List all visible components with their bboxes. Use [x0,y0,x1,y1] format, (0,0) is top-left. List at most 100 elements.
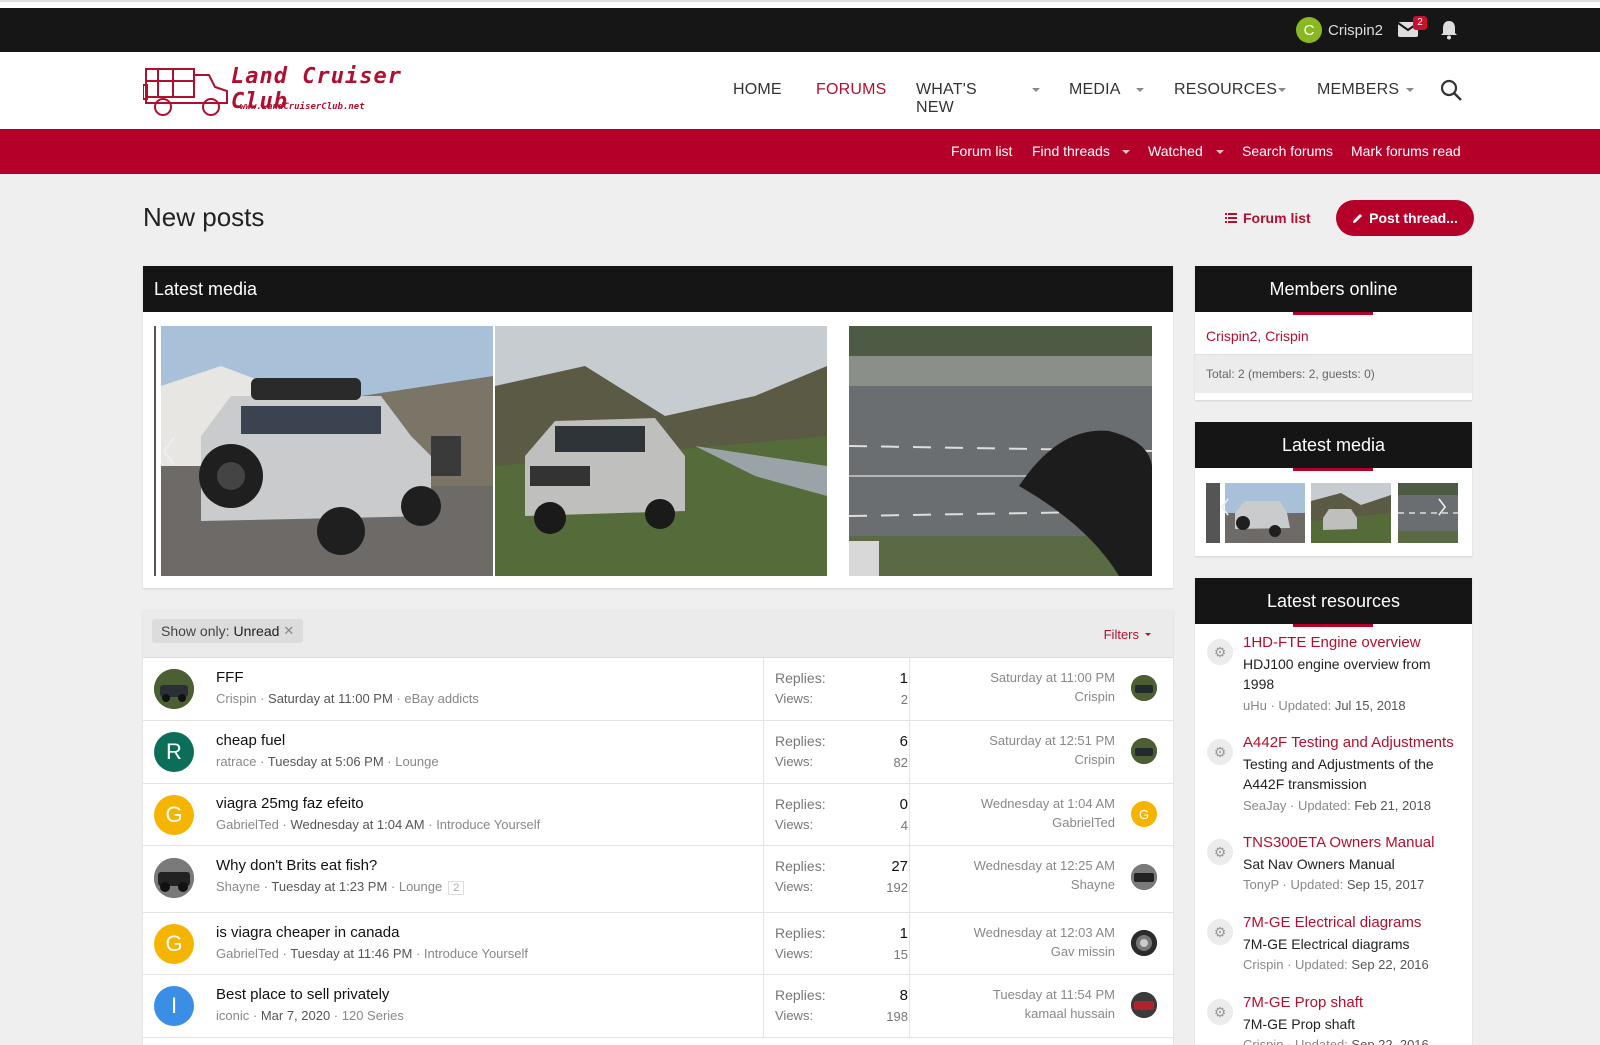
whats-new-caret-icon[interactable] [1032,88,1040,92]
thread-author[interactable]: ratrace [216,754,256,769]
thread-forum[interactable]: Lounge [399,879,442,894]
last-poster-avatar[interactable] [1131,930,1157,956]
thread-title[interactable]: viagra 25mg faz efeito [216,795,364,812]
thread-author[interactable]: GabrielTed [216,946,279,961]
table-row[interactable]: FFF Crispin · Saturday at 11:00 PM · eBa… [143,658,1173,721]
nav-home[interactable]: HOME [733,81,782,99]
table-row[interactable]: G is viagra cheaper in canada GabrielTed… [143,913,1173,975]
last-post-user[interactable]: Gav missin [1051,944,1115,959]
thread-avatar[interactable]: I [154,986,194,1026]
side-media-thumb-3[interactable] [1398,483,1458,543]
thread-author[interactable]: GabrielTed [216,817,279,832]
page-jump-2[interactable]: 2 [448,881,465,895]
resource-author[interactable]: uHu [1243,698,1267,713]
thread-forum[interactable]: 120 Series [342,1008,404,1023]
media-prev-arrow-icon[interactable] [161,436,177,466]
thread-forum[interactable]: eBay addicts [404,691,478,706]
last-poster-avatar[interactable] [1131,738,1157,764]
side-media-thumb-2[interactable] [1311,483,1391,543]
nav-members[interactable]: MEMBERS [1317,81,1399,99]
thread-forum[interactable]: Introduce Yourself [436,817,540,832]
resource-title[interactable]: 7M-GE Electrical diagrams [1243,914,1421,931]
thread-date[interactable]: Tuesday at 11:46 PM [290,946,412,961]
thread-title[interactable]: Best place to sell privately [216,986,389,1003]
last-post-date[interactable]: Tuesday at 11:54 PM [993,987,1115,1002]
thread-title[interactable]: FFF [216,669,244,686]
side-media-thumb-1[interactable] [1225,483,1305,543]
thread-date[interactable]: Tuesday at 5:06 PM [268,754,384,769]
resource-author[interactable]: Crispin [1243,1037,1283,1045]
site-logo[interactable]: Land Cruiser Club www.LandCruiserClub.ne… [143,58,453,122]
members-caret-icon[interactable] [1406,88,1414,92]
unread-filter-chip[interactable]: Show only: Unread ✕ [152,619,304,643]
side-media-next-arrow-icon[interactable] [1437,497,1447,517]
last-post-date[interactable]: Saturday at 12:51 PM [989,733,1115,748]
media-thumb-2[interactable] [495,326,827,576]
last-post-date[interactable]: Wednesday at 12:03 AM [974,925,1115,940]
resource-title[interactable]: TNS300ETA Owners Manual [1243,834,1434,851]
last-post-user[interactable]: kamaal hussain [1025,1006,1115,1021]
resource-author[interactable]: TonyP [1243,877,1279,892]
subnav-mark-read[interactable]: Mark forums read [1351,143,1461,159]
thread-title[interactable]: cheap fuel [216,732,285,749]
thread-author[interactable]: iconic [216,1008,249,1023]
last-post-user[interactable]: Crispin [1075,752,1115,767]
last-post-user[interactable]: GabrielTed [1052,815,1115,830]
side-media-prev-arrow-icon[interactable] [1220,497,1230,517]
media-caret-icon[interactable] [1136,88,1144,92]
thread-author[interactable]: Shayne [216,879,260,894]
last-post-date[interactable]: Wednesday at 1:04 AM [981,796,1115,811]
thread-title[interactable]: Why don't Brits eat fish? [216,857,377,874]
thread-title[interactable]: is viagra cheaper in canada [216,924,399,941]
post-thread-button[interactable]: Post thread... [1336,200,1474,236]
thread-date[interactable]: Wednesday at 1:04 AM [290,817,424,832]
table-row[interactable]: R cheap fuel ratrace · Tuesday at 5:06 P… [143,721,1173,784]
filters-menu[interactable]: Filters [1104,627,1151,642]
media-thumb-1[interactable] [161,326,493,576]
resource-author[interactable]: Crispin [1243,957,1283,972]
thread-date[interactable]: Tuesday at 1:23 PM [271,879,387,894]
last-poster-avatar[interactable] [1131,864,1157,890]
resource-author[interactable]: SeaJay [1243,798,1286,813]
table-row[interactable]: G viagra 25mg faz efeito GabrielTed · We… [143,784,1173,846]
watched-caret-icon[interactable] [1216,150,1224,154]
thread-avatar[interactable] [154,858,194,898]
nav-whats-new[interactable]: WHAT'S NEW [916,81,977,117]
last-post-user[interactable]: Crispin [1075,689,1115,704]
subnav-watched[interactable]: Watched [1148,143,1203,159]
side-media-thumb-0[interactable] [1206,483,1220,543]
thread-date[interactable]: Saturday at 11:00 PM [268,691,393,706]
resource-title[interactable]: A442F Testing and Adjustments [1243,734,1454,751]
subnav-forum-list[interactable]: Forum list [951,143,1012,159]
resource-title[interactable]: 1HD-FTE Engine overview [1243,634,1421,651]
thread-date[interactable]: Mar 7, 2020 [261,1008,330,1023]
thread-forum[interactable]: Introduce Yourself [424,946,528,961]
nav-media[interactable]: MEDIA [1069,81,1121,99]
thread-avatar[interactable]: G [154,924,194,964]
forum-list-button[interactable]: Forum list [1225,210,1311,226]
subnav-find-threads[interactable]: Find threads [1032,143,1110,159]
nav-resources[interactable]: RESOURCES [1174,81,1277,99]
find-threads-caret-icon[interactable] [1122,150,1130,154]
last-poster-avatar[interactable]: G [1131,801,1157,827]
thread-avatar[interactable]: G [154,795,194,835]
last-post-user[interactable]: Shayne [1071,877,1115,892]
thread-avatar[interactable] [154,669,194,709]
bell-icon[interactable] [1440,20,1458,40]
resources-caret-icon[interactable] [1278,88,1286,92]
last-poster-avatar[interactable] [1131,675,1157,701]
media-thumb-3[interactable] [849,326,1152,576]
subnav-search-forums[interactable]: Search forums [1242,143,1333,159]
online-member-names[interactable]: Crispin2, Crispin [1195,312,1472,354]
account-menu[interactable]: C Crispin2 [1296,17,1383,43]
table-row[interactable]: I Best place to sell privately iconic · … [143,975,1173,1038]
table-row[interactable]: Why don't Brits eat fish? Shayne · Tuesd… [143,846,1173,913]
thread-forum[interactable]: Lounge [395,754,438,769]
thread-avatar[interactable]: R [154,732,194,772]
search-icon[interactable] [1440,79,1462,101]
nav-forums[interactable]: FORUMS [816,81,887,99]
last-post-date[interactable]: Saturday at 11:00 PM [990,670,1115,685]
last-post-date[interactable]: Wednesday at 12:25 AM [974,858,1115,873]
last-poster-avatar[interactable] [1131,992,1157,1018]
resource-title[interactable]: 7M-GE Prop shaft [1243,994,1363,1011]
